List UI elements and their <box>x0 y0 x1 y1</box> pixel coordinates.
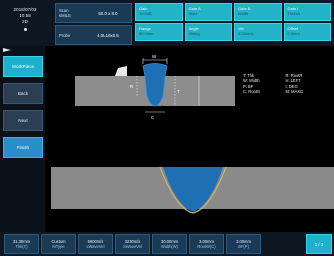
tile-gain[interactable]: Gain 10.0dB <box>135 3 183 21</box>
sidebar-item-back[interactable]: Back <box>3 83 43 104</box>
sidebar-item-next[interactable]: Next <box>3 110 43 131</box>
tile-velocity[interactable]: Vel 3240m/s <box>234 23 282 41</box>
sidebar-item-finish[interactable]: Finish <box>3 137 43 158</box>
page-indicator-button[interactable]: 1 / 3 <box>306 234 332 254</box>
probe-icon <box>115 66 127 76</box>
bottom-cell-width[interactable]: 30.00mm Width(W) <box>152 234 187 254</box>
param-probe-key: Probe <box>59 32 71 38</box>
tile-angle[interactable]: Angle 45deg <box>184 23 232 41</box>
tile-range[interactable]: Range 50.0mm <box>135 23 183 41</box>
param-scan-value: 50.0 x 8.0 <box>98 10 118 16</box>
label-t: T <box>177 89 180 94</box>
label-c: C <box>151 115 155 120</box>
bottom-param-bar: 31.30mm Thk(T) Custom MType 5900m/s LWaveVe… <box>0 232 334 256</box>
param-scan[interactable]: Scan sMILE 50.0 x 8.0 <box>55 3 132 23</box>
param-panel: Scan sMILE 50.0 x 8.0 Probe 4.0L16x0.5 <box>55 3 132 47</box>
param-probe-value: 4.0L16x0.5 <box>97 32 119 38</box>
sidebar-item-workpiece[interactable]: WorkPiece <box>3 56 43 77</box>
ultrasonic-weld-setup-screen: 2018/07/03 10:58 2D Scan sMILE 50.0 x 8.… <box>0 0 334 256</box>
bottom-cell-lwave[interactable]: 5900m/s LWaveVel <box>78 234 113 254</box>
tile-gate-a[interactable]: Gate A Start <box>184 3 232 21</box>
quick-param-tiles: Gain 10.0dB Gate A Start Gate B Width Gate … <box>135 3 331 41</box>
weld-geometry-view: W R T C T: Thk R: RootR W: Width H: LEFT… <box>45 46 334 232</box>
clock: 2018/07/03 10:58 2D <box>4 7 46 33</box>
bottom-cell-rootw[interactable]: 3.00mm RootW(C) <box>189 234 224 254</box>
tile-gate-i[interactable]: Gate I Thresh <box>283 3 331 21</box>
label-w: W <box>152 54 157 59</box>
bottom-cell-thickness[interactable]: 31.30mm Thk(T) <box>4 234 39 254</box>
bottom-cell-swave[interactable]: 3230m/s SWaveVel <box>115 234 150 254</box>
tile-gate-b[interactable]: Gate B Width <box>234 3 282 21</box>
param-probe[interactable]: Probe 4.0L16x0.5 <box>55 25 132 45</box>
bottom-cell-material[interactable]: Custom MType <box>41 234 76 254</box>
bottom-cell-bf[interactable]: 3.00mm BF(P) <box>226 234 261 254</box>
left-sidebar: WorkPiece Back Next Finish <box>0 46 45 232</box>
top-status-bar: 2018/07/03 10:58 2D Scan sMILE 50.0 x 8.… <box>0 0 334 47</box>
status-dot-icon <box>23 28 27 32</box>
mode-label: 2D <box>22 19 28 24</box>
tile-offset[interactable]: Offset 0.0mm <box>283 23 331 41</box>
param-scan-key: Scan sMILE <box>59 8 71 18</box>
dimension-legend: T: Thk R: RootR W: Width H: LEFT P: BF I… <box>243 73 304 95</box>
back-arrow-icon[interactable] <box>3 48 11 52</box>
